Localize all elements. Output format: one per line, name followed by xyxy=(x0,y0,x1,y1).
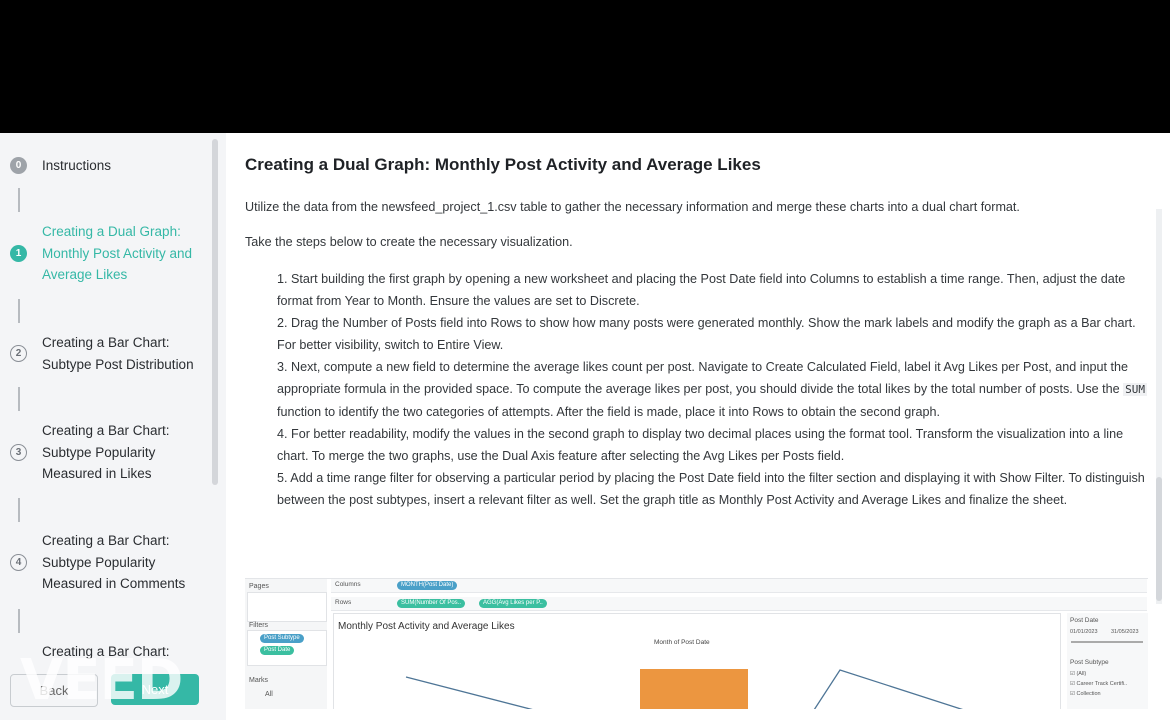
filter-pill: Post Subtype xyxy=(260,634,304,643)
lead-paragraph: Take the steps below to create the neces… xyxy=(245,235,573,249)
rows-pill: AGG(Avg Likes per P.. xyxy=(479,599,547,608)
scrollbar-thumb[interactable] xyxy=(1156,477,1162,601)
veed-watermark-logo: VEED xyxy=(20,648,183,713)
subtype-option-label: Collection xyxy=(1076,691,1101,697)
content-scrollbar[interactable] xyxy=(1156,209,1162,604)
step-connector xyxy=(18,387,20,411)
step-number: 1 xyxy=(10,245,27,262)
date-from: 01/01/2023 xyxy=(1070,629,1098,635)
sidebar-item-label: Creating a Bar Chart: Subtype Popularity… xyxy=(42,423,170,481)
instruction-step-4: 4. For better readability, modify the va… xyxy=(277,427,1124,463)
instruction-step-2: 2. Drag the Number of Posts field into R… xyxy=(277,316,1136,352)
rows-shelf: Rows SUM(Number Of Pos.. AGG(Avg Likes p… xyxy=(331,597,1147,611)
sidebar-item-label: Instructions xyxy=(42,158,112,173)
subtype-option[interactable]: ☑ Collection xyxy=(1070,691,1101,697)
date-range-slider[interactable] xyxy=(1071,641,1143,643)
tableau-filter-panel: Post Date 01/01/2023 31/05/2023 Post Sub… xyxy=(1067,613,1148,709)
chart-canvas xyxy=(405,669,964,709)
instruction-step-3: 3. Next, compute a new field to determin… xyxy=(277,356,1153,423)
video-letterbox-top xyxy=(0,0,1170,133)
subtype-option-label: (All) xyxy=(1076,671,1087,677)
filters-label: Filters xyxy=(249,622,269,629)
line-mark xyxy=(813,669,964,709)
step-3-text-b: function to identify the two categories … xyxy=(277,405,940,419)
subtype-option-label: Career Track Certifi.. xyxy=(1076,681,1128,687)
step-connector xyxy=(18,609,20,633)
marks-value: All xyxy=(265,691,273,698)
instruction-step-1: 1. Start building the first graph by ope… xyxy=(277,272,1126,308)
bar-mark xyxy=(640,669,748,709)
step-number: 4 xyxy=(10,554,27,571)
step-connector xyxy=(18,498,20,522)
sidebar: 0 Instructions 1 Creating a Dual Graph: … xyxy=(0,133,226,720)
subtype-option[interactable]: ☑ Career Track Certifi.. xyxy=(1070,681,1127,687)
step-connector xyxy=(18,188,20,212)
step-number: 3 xyxy=(10,444,27,461)
step-3-text-a: 3. Next, compute a new field to determin… xyxy=(277,360,1129,396)
tableau-side-panel: Pages Filters Post Subtype Post Date Mar… xyxy=(245,579,327,709)
post-subtype-label: Post Subtype xyxy=(1070,659,1109,666)
sidebar-item-label: Creating a Bar Chart: Subtype Post Distr… xyxy=(42,335,194,372)
columns-label: Columns xyxy=(335,581,361,588)
columns-shelf: Columns MONTH(Post Date) xyxy=(331,579,1147,593)
tableau-view: Monthly Post Activity and Average Likes … xyxy=(333,613,1061,709)
filter-pill: Post Date xyxy=(260,646,295,655)
step-number: 0 xyxy=(10,157,27,174)
intro-paragraph: Utilize the data from the newsfeed_proje… xyxy=(245,200,1020,214)
instruction-step-5: 5. Add a time range filter for observing… xyxy=(277,471,1145,507)
marks-label: Marks xyxy=(249,677,269,684)
rows-label: Rows xyxy=(335,599,352,606)
subtype-option[interactable]: ☑ (All) xyxy=(1070,671,1086,677)
filters-shelf: Post Subtype Post Date xyxy=(247,630,327,666)
step-number: 2 xyxy=(10,345,27,362)
columns-pill: MONTH(Post Date) xyxy=(397,581,458,590)
pages-label: Pages xyxy=(249,583,269,590)
post-date-label: Post Date xyxy=(1070,617,1099,624)
main-content: Creating a Dual Graph: Monthly Post Acti… xyxy=(226,133,1170,720)
tableau-screenshot: Pages Filters Post Subtype Post Date Mar… xyxy=(245,578,1148,709)
sidebar-scrollbar[interactable] xyxy=(212,139,218,485)
date-to: 31/05/2023 xyxy=(1111,629,1139,635)
sidebar-item-label: Creating a Dual Graph: Monthly Post Acti… xyxy=(42,224,193,282)
rows-pill: SUM(Number Of Pos.. xyxy=(397,599,466,608)
page-title: Creating a Dual Graph: Monthly Post Acti… xyxy=(245,155,761,174)
app-window: 0 Instructions 1 Creating a Dual Graph: … xyxy=(0,133,1170,720)
sidebar-item-label: Creating a Bar Chart: Subtype Popularity… xyxy=(42,533,186,591)
line-mark xyxy=(405,676,533,709)
pages-shelf xyxy=(247,592,327,622)
instruction-steps: 1. Start building the first graph by ope… xyxy=(277,268,1153,511)
code-sum: SUM xyxy=(1123,383,1148,396)
step-connector xyxy=(18,299,20,323)
